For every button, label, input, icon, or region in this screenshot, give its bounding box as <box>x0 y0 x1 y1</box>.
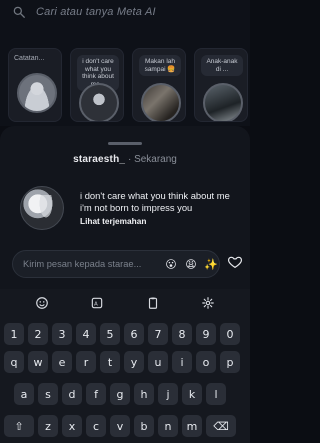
separator: · <box>127 154 132 165</box>
key[interactable]: o <box>196 351 216 373</box>
key[interactable]: d <box>62 383 82 405</box>
reaction-sparkles-button[interactable]: ✨ <box>203 258 219 271</box>
key[interactable]: 6 <box>124 323 144 345</box>
avatar <box>79 83 119 121</box>
key[interactable]: b <box>134 415 154 437</box>
shift-key[interactable]: ⇧ <box>4 415 34 437</box>
backspace-key[interactable]: ⌫ <box>206 415 236 437</box>
key[interactable]: i <box>172 351 192 373</box>
note-text-line: i don't care what you think about me <box>80 190 230 201</box>
ai-translate-icon[interactable]: A <box>89 295 105 311</box>
keyboard-toolbar: A <box>0 289 250 317</box>
gear-icon[interactable] <box>200 295 216 311</box>
key[interactable]: 4 <box>76 323 96 345</box>
reply-row: Kirim pesan kepada starae... 😮 😩 ✨ <box>12 250 243 278</box>
username[interactable]: staraesth_ <box>73 154 125 165</box>
see-translation-link[interactable]: Lihat terjemahan <box>80 216 146 226</box>
key[interactable]: c <box>86 415 106 437</box>
key[interactable]: k <box>182 383 202 405</box>
avatar[interactable] <box>20 186 64 230</box>
key[interactable]: x <box>62 415 82 437</box>
note-caption: Catatan... <box>14 55 45 62</box>
key[interactable]: 1 <box>4 323 24 345</box>
svg-text:A: A <box>94 301 98 307</box>
drag-handle[interactable] <box>108 142 142 145</box>
avatar <box>17 73 57 113</box>
note-text: i don't care what you think about me i'm… <box>80 190 248 214</box>
reaction-weary-button[interactable]: 😩 <box>183 258 199 271</box>
avatar <box>141 83 181 121</box>
key[interactable]: r <box>76 351 96 373</box>
clipboard-icon[interactable] <box>145 295 161 311</box>
key[interactable]: m <box>182 415 202 437</box>
key[interactable]: z <box>38 415 58 437</box>
key[interactable]: 9 <box>196 323 216 345</box>
key[interactable]: 2 <box>28 323 48 345</box>
smiley-icon[interactable] <box>34 295 50 311</box>
key[interactable]: l <box>206 383 226 405</box>
key[interactable]: j <box>158 383 178 405</box>
letter-row-mid: a s d f g h j k l <box>14 383 260 405</box>
key[interactable]: 5 <box>100 323 120 345</box>
search-icon <box>12 5 26 19</box>
letter-row-top: q w e r t y u i o p <box>4 351 250 373</box>
key[interactable]: s <box>38 383 58 405</box>
note-card[interactable]: Catatan... <box>8 48 62 122</box>
background-app-area: Cari atau tanya Meta AI Catatan... i don… <box>0 0 250 126</box>
key[interactable]: 8 <box>172 323 192 345</box>
note-content: i don't care what you think about me i'm… <box>20 186 245 232</box>
key[interactable]: y <box>124 351 144 373</box>
note-caption: Makan lah sampai 🍔 <box>139 55 181 76</box>
key[interactable]: n <box>158 415 178 437</box>
key[interactable]: t <box>100 351 120 373</box>
search-bar[interactable]: Cari atau tanya Meta AI <box>12 0 238 24</box>
key[interactable]: 3 <box>52 323 72 345</box>
note-caption: Anak-anak di ... <box>201 55 243 76</box>
message-placeholder: Kirim pesan kepada starae... <box>23 259 142 269</box>
note-card[interactable]: i don't care what you think about me... <box>70 48 124 122</box>
timestamp: Sekarang <box>134 154 177 165</box>
key[interactable]: w <box>28 351 48 373</box>
key[interactable]: 7 <box>148 323 168 345</box>
notes-row: Catatan... i don't care what you think a… <box>8 48 256 126</box>
keyboard: A 1 2 3 4 5 6 7 8 9 0 q w e r t y u i o … <box>0 289 250 443</box>
note-card[interactable]: Anak-anak di ... <box>194 48 248 122</box>
key[interactable]: e <box>52 351 72 373</box>
note-text-line: i'm not born to impress you <box>80 202 193 213</box>
key[interactable]: q <box>4 351 24 373</box>
reaction-surprised-button[interactable]: 😮 <box>163 258 179 271</box>
key[interactable]: 0 <box>220 323 240 345</box>
key[interactable]: h <box>134 383 154 405</box>
letter-row-bottom: ⇧ z x c v b n m ⌫ <box>4 415 250 437</box>
number-row: 1 2 3 4 5 6 7 8 9 0 <box>4 323 250 345</box>
key[interactable]: a <box>14 383 34 405</box>
avatar <box>203 83 243 121</box>
key[interactable]: g <box>110 383 130 405</box>
key[interactable]: f <box>86 383 106 405</box>
key[interactable]: p <box>220 351 240 373</box>
key[interactable]: v <box>110 415 130 437</box>
search-placeholder: Cari atau tanya Meta AI <box>36 6 156 18</box>
note-header: staraesth_ · Sekarang <box>0 154 250 165</box>
message-input[interactable]: Kirim pesan kepada starae... 😮 😩 ✨ <box>12 250 220 278</box>
key[interactable]: u <box>148 351 168 373</box>
note-card[interactable]: Makan lah sampai 🍔 <box>132 48 186 122</box>
heart-icon[interactable] <box>227 254 243 270</box>
